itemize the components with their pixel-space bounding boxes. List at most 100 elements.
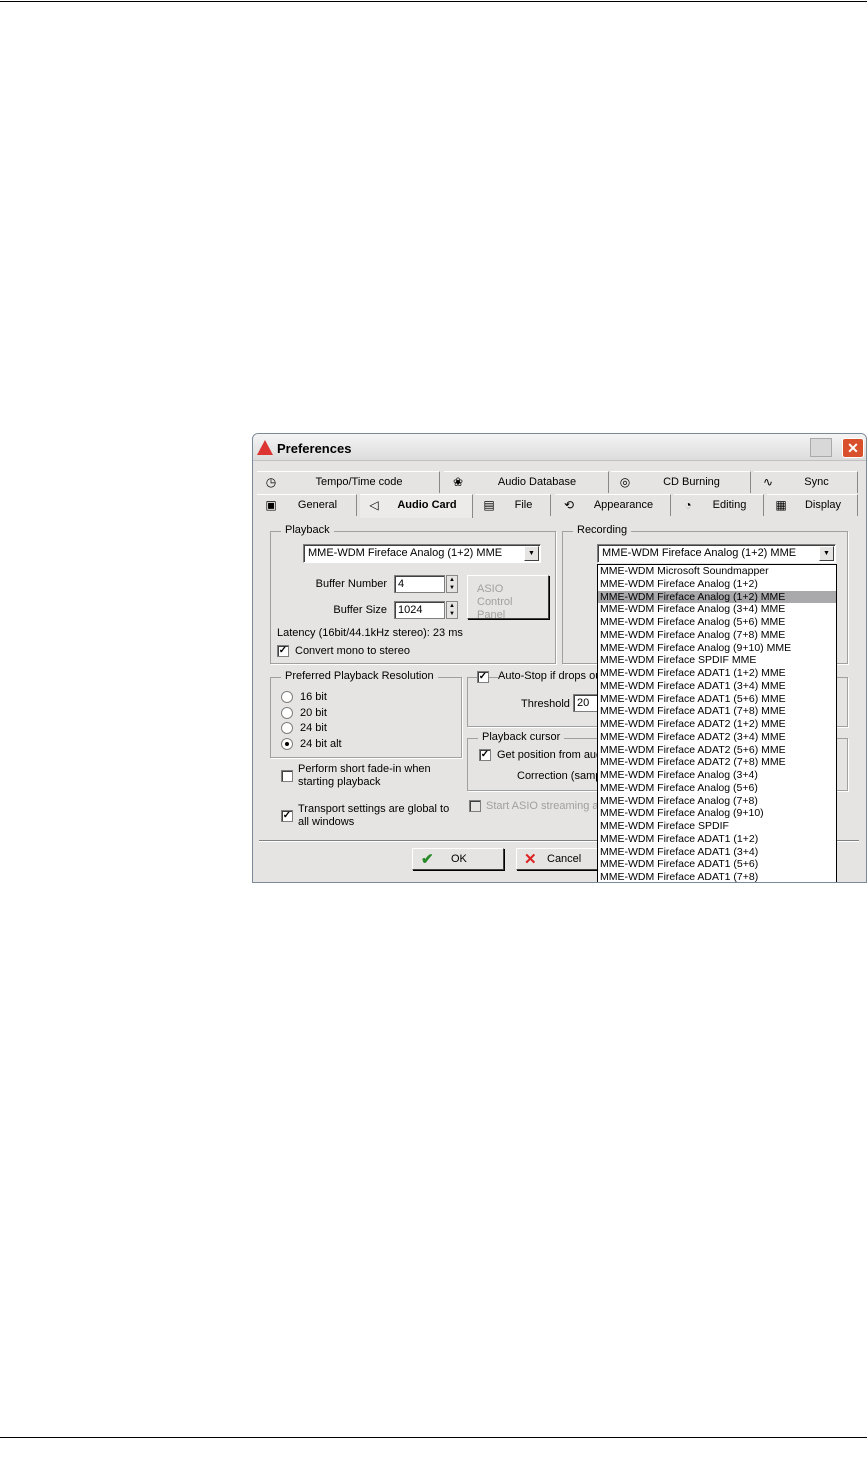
dropdown-option[interactable]: MME-WDM Fireface Analog (3+4)	[598, 769, 836, 782]
get-position-checkbox[interactable]: ✓	[479, 749, 491, 761]
tab-label: Display	[804, 499, 842, 511]
tab-audio-database[interactable]: ❀ Audio Database	[444, 471, 609, 493]
cancel-label: Cancel	[547, 853, 582, 865]
dropdown-option[interactable]: MME-WDM Fireface Analog (5+6) MME	[598, 616, 836, 629]
dropdown-option[interactable]: MME-WDM Fireface ADAT1 (7+8) MME	[598, 705, 836, 718]
dropdown-option[interactable]: MME-WDM Fireface ADAT1 (3+4)	[598, 846, 836, 859]
tab-file[interactable]: ▤ File	[475, 494, 551, 516]
dropdown-option[interactable]: MME-WDM Fireface Analog (5+6)	[598, 782, 836, 795]
cancel-x-icon: ✕	[524, 851, 537, 868]
close-button[interactable]: ✕	[842, 438, 864, 458]
fade-in-label-1: Perform short fade-in when	[298, 763, 431, 775]
asio-streaming-label: Start ASIO streaming at	[486, 800, 602, 812]
buffer-size-spinner[interactable]: ▲ ▼	[446, 601, 458, 619]
dropdown-option[interactable]: MME-WDM Fireface ADAT1 (3+4) MME	[598, 680, 836, 693]
tab-icon: ❀	[452, 475, 464, 489]
dropdown-option[interactable]: MME-WDM Fireface ADAT1 (7+8)	[598, 871, 836, 882]
tab-icon: ◷	[265, 475, 277, 489]
tab-label: File	[514, 499, 533, 511]
minimize-button[interactable]	[810, 438, 832, 457]
dropdown-option[interactable]: MME-WDM Fireface Analog (7+8)	[598, 795, 836, 808]
tab-general[interactable]: ▣ General	[257, 494, 357, 516]
resolution-option-label: 16 bit	[300, 691, 327, 703]
resolution-option-label: 24 bit	[300, 722, 327, 735]
resolution-option-label: 20 bit	[300, 706, 327, 719]
resolution-group-label: Preferred Playback Resolution	[281, 670, 438, 682]
ok-label: OK	[451, 853, 467, 865]
dropdown-option[interactable]: MME-WDM Fireface ADAT2 (1+2) MME	[598, 718, 836, 731]
buffer-size-input[interactable]: 1024	[394, 601, 445, 619]
resolution-group: Preferred Playback Resolution	[270, 670, 462, 758]
tab-icon: ◁	[369, 498, 379, 512]
cancel-button[interactable]: ✕ Cancel	[516, 848, 598, 870]
tab-label: Appearance	[593, 499, 654, 511]
dropdown-option[interactable]: MME-WDM Fireface SPDIF	[598, 820, 836, 833]
dropdown-option[interactable]: MME-WDM Fireface ADAT2 (5+6) MME	[598, 744, 836, 757]
resolution-radio[interactable]	[281, 691, 293, 703]
recording-device-dropdown-list[interactable]: MME-WDM Microsoft Soundmapper MME-WDM Fir…	[597, 564, 837, 882]
dropdown-option[interactable]: MME-WDM Fireface Analog (1+2)	[598, 578, 836, 591]
tab-cd-burning[interactable]: ◎ CD Burning	[611, 471, 751, 493]
tab-label: Tempo/Time code	[315, 476, 403, 488]
dropdown-option[interactable]: MME-WDM Fireface SPDIF MME	[598, 654, 836, 667]
ok-button[interactable]: ✔ OK	[412, 848, 504, 870]
dropdown-option[interactable]: MME-WDM Fireface Analog (3+4) MME	[598, 603, 836, 616]
correction-label: Correction (sampl	[517, 770, 604, 782]
transport-global-checkbox[interactable]: ✓	[281, 810, 293, 822]
fade-in-checkbox[interactable]	[281, 770, 293, 782]
asio-control-panel-button[interactable]: ASIO Control Panel	[467, 575, 549, 621]
dropdown-option[interactable]: MME-WDM Fireface ADAT1 (5+6) MME	[598, 693, 836, 706]
check-icon: ✔	[421, 851, 434, 868]
dropdown-option[interactable]: MME-WDM Microsoft Soundmapper	[598, 565, 836, 578]
dropdown-option[interactable]: MME-WDM Fireface Analog (7+8) MME	[598, 629, 836, 642]
resolution-radio[interactable]	[281, 738, 293, 751]
buffer-number-input[interactable]: 4	[394, 575, 445, 593]
tab-label: Audio Database	[497, 476, 577, 488]
tab-icon: ▤	[483, 498, 495, 512]
tab-icon: ▣	[265, 498, 277, 512]
autostop-checkbox[interactable]: ✓	[477, 671, 489, 683]
tab-icon: ◔	[684, 498, 692, 512]
chevron-down-icon[interactable]: ▼	[819, 546, 834, 561]
dropdown-option[interactable]: MME-WDM Fireface ADAT1 (1+2)	[598, 833, 836, 846]
playback-group-label: Playback	[281, 524, 334, 536]
tab-display[interactable]: ▦ Display	[767, 494, 858, 516]
latency-text: Latency (16bit/44.1kHz stereo): 23 ms	[277, 627, 463, 639]
transport-label-1: Transport settings are global to	[298, 803, 450, 815]
fade-in-label-2: starting playback	[298, 776, 381, 788]
tab-label: Audio Card	[397, 499, 457, 511]
app-logo-icon	[257, 440, 273, 455]
convert-mono-label: Convert mono to stereo	[295, 645, 410, 657]
tab-tempo-time-code[interactable]: ◷ Tempo/Time code	[257, 471, 440, 493]
autostop-label: Auto-Stop if drops ou	[498, 670, 604, 682]
convert-mono-checkbox[interactable]: ✓	[277, 645, 289, 657]
dropdown-option[interactable]: MME-WDM Fireface ADAT1 (1+2) MME	[598, 667, 836, 680]
resolution-radio[interactable]	[281, 706, 293, 719]
dropdown-option[interactable]: MME-WDM Fireface Analog (9+10)	[598, 807, 836, 820]
threshold-label: Threshold	[521, 698, 570, 710]
dropdown-option[interactable]: MME-WDM Fireface ADAT2 (7+8) MME	[598, 756, 836, 769]
buffer-size-label: Buffer Size	[333, 604, 387, 616]
tab-audio-card[interactable]: ◁ Audio Card	[360, 494, 473, 518]
tab-label: Sync	[804, 476, 829, 488]
asio-label-2: Control Panel	[477, 596, 513, 621]
page-bottom-rule	[0, 1437, 867, 1438]
recording-device-value: MME-WDM Fireface Analog (1+2) MME	[602, 547, 797, 559]
playback-device-select[interactable]: MME-WDM Fireface Analog (1+2) MME ▼	[303, 544, 541, 563]
recording-device-select[interactable]: MME-WDM Fireface Analog (1+2) MME ▼	[597, 544, 836, 563]
tab-icon: ◎	[619, 475, 631, 489]
tab-label: CD Burning	[663, 476, 720, 488]
chevron-down-icon[interactable]: ▼	[524, 546, 539, 561]
tab-appearance[interactable]: ⟲ Appearance	[555, 494, 671, 516]
buffer-number-spinner[interactable]: ▲ ▼	[446, 575, 458, 593]
preferences-dialog: Preferences ✕ ◷ Tempo/Time code ❀ Audio Dat…	[252, 433, 867, 883]
transport-label-2: all windows	[298, 816, 355, 828]
dropdown-option[interactable]: MME-WDM Fireface Analog (1+2) MME	[598, 590, 836, 604]
dropdown-option[interactable]: MME-WDM Fireface ADAT2 (3+4) MME	[598, 731, 836, 744]
page-top-rule	[0, 1, 867, 2]
dropdown-option[interactable]: MME-WDM Fireface ADAT1 (5+6)	[598, 858, 836, 871]
asio-streaming-checkbox[interactable]	[469, 800, 481, 812]
tab-editing[interactable]: ◔ Editing	[674, 494, 764, 516]
tab-sync[interactable]: ∿ Sync	[754, 471, 858, 493]
dropdown-option[interactable]: MME-WDM Fireface Analog (9+10) MME	[598, 642, 836, 655]
